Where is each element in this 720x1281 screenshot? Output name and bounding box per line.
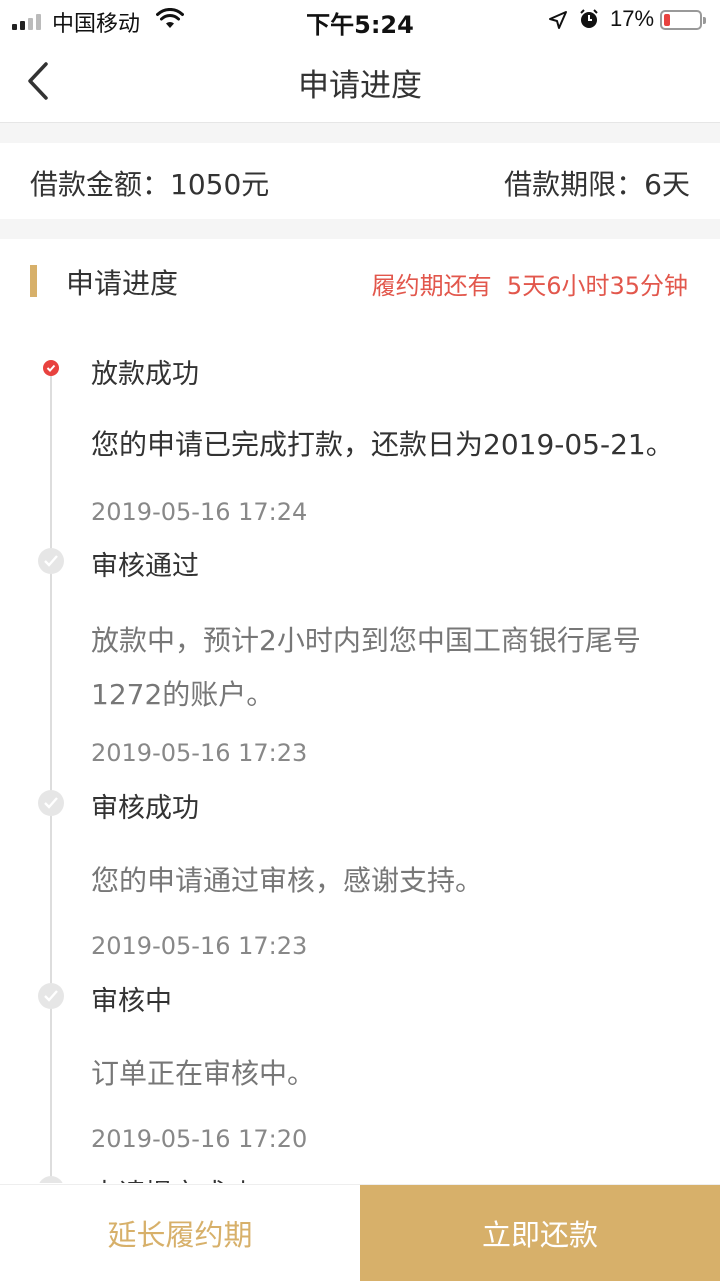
- step-title: 审核中: [91, 986, 172, 1017]
- step-timestamp: 2019-05-16 17:23: [91, 932, 308, 960]
- loan-amount-label: 借款金额：: [30, 168, 171, 201]
- loan-amount: 借款金额：1050元: [30, 163, 269, 203]
- check-circle-icon: [38, 790, 64, 816]
- step-title: 审核通过: [91, 551, 199, 582]
- battery-icon: [660, 10, 706, 30]
- step-description: 放款中，预计2小时内到您中国工商银行尾号1272的账户。: [91, 624, 641, 711]
- step-description: 您的申请已完成打款，还款日为2019-05-21。: [91, 428, 674, 461]
- step-title: 审核成功: [91, 793, 199, 824]
- step-timestamp: 2019-05-16 17:20: [91, 1125, 308, 1153]
- navigation-bar: 申请进度: [0, 40, 720, 123]
- location-arrow-icon: [549, 11, 567, 29]
- loan-term-value: 6天: [644, 168, 690, 201]
- bottom-action-bar: 延长履约期 立即还款: [0, 1184, 720, 1281]
- alarm-icon: [580, 9, 598, 28]
- countdown-label: 履约期还有: [371, 272, 492, 300]
- loan-info-card: 借款金额：1050元 借款期限：6天: [0, 143, 720, 219]
- step-timestamp: 2019-05-16 17:23: [91, 739, 308, 767]
- check-circle-icon: [38, 1176, 64, 1183]
- step-timestamp: 2019-05-16 17:24: [91, 498, 308, 526]
- extend-term-button[interactable]: 延长履约期: [0, 1185, 360, 1281]
- step-title: 申请提交成功: [91, 1172, 253, 1183]
- countdown-value: 5天6小时35分钟: [506, 272, 688, 300]
- repay-now-button[interactable]: 立即还款: [360, 1185, 720, 1281]
- check-circle-icon: [38, 548, 64, 574]
- section-accent-bar: [30, 265, 37, 297]
- battery-percent: 17%: [610, 6, 655, 31]
- step-description: 您的申请通过审核，感谢支持。: [91, 864, 484, 897]
- step-description: 订单正在审核中。: [91, 1057, 316, 1090]
- progress-section-title: 申请进度: [66, 267, 179, 300]
- section-divider: [0, 123, 720, 143]
- page-title: 申请进度: [298, 68, 422, 104]
- active-step-dot-icon: [43, 360, 59, 376]
- step-title: 放款成功: [91, 359, 199, 390]
- progress-timeline: 放款成功 您的申请已完成打款，还款日为2019-05-21。 2019-05-1…: [0, 330, 720, 1183]
- loan-term-label: 借款期限：: [504, 168, 645, 201]
- status-bar: 中国移动 下午5:24 17%: [0, 0, 720, 40]
- check-circle-icon: [38, 983, 64, 1009]
- loan-term: 借款期限：6天: [504, 163, 690, 203]
- countdown-text: 履约期还有 5天6小时35分钟: [372, 266, 688, 301]
- loan-amount-value: 1050元: [170, 168, 270, 201]
- section-divider: [0, 219, 720, 239]
- timeline-line: [50, 368, 52, 1183]
